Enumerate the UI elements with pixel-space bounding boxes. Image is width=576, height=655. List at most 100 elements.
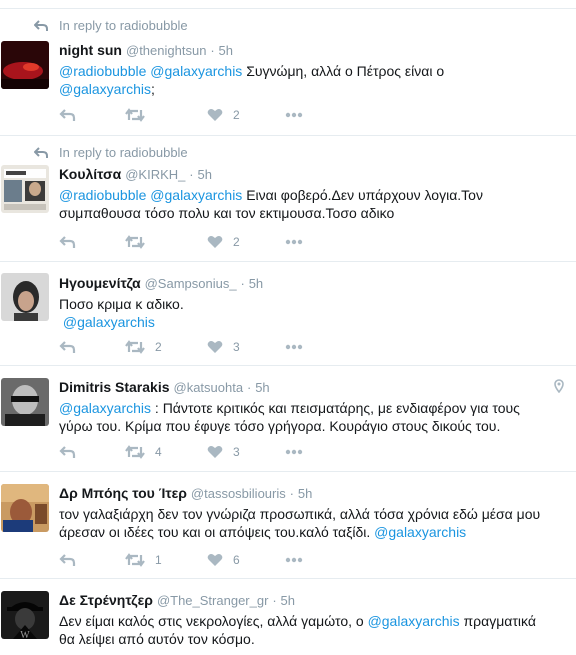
user-handle[interactable]: @The_Stranger_gr: [157, 593, 268, 608]
timestamp[interactable]: 5h: [198, 167, 212, 182]
tweet-header: Δρ Μπόης του Ίτερ @tassosbiliouris · 5h: [59, 484, 570, 503]
retweet-button[interactable]: [125, 235, 207, 249]
time-separator: ·: [246, 380, 252, 395]
reply-icon: [59, 341, 76, 353]
tweet-header: Ηγουμενίτζα @Sampsonius_ · 5h: [59, 274, 570, 293]
like-count: 3: [233, 445, 240, 459]
reply-icon: [59, 109, 76, 121]
tweet-header: night sun @thenightsun · 5h: [59, 41, 570, 60]
retweet-button[interactable]: 1: [125, 553, 207, 567]
more-button[interactable]: [285, 112, 303, 118]
text-body: πραγματικά: [463, 613, 536, 629]
user-handle[interactable]: @tassosbiliouris: [191, 486, 286, 501]
timestamp[interactable]: 5h: [298, 486, 312, 501]
tweet-actions: 2: [59, 107, 303, 123]
user-handle[interactable]: @katsuohta: [174, 380, 244, 395]
tweet[interactable]: In reply to radiobubble night sun @thenig…: [0, 9, 576, 136]
mention-link[interactable]: @galaxyarchis: [374, 524, 466, 540]
tweet[interactable]: Dimitris Starakis @katsuohta · 5h @galaxy…: [0, 366, 576, 472]
timestamp[interactable]: 5h: [219, 43, 233, 58]
more-button[interactable]: [285, 239, 303, 245]
text-body: : Πάντοτε κριτικός και πεισματάρης, με ε…: [154, 400, 520, 416]
retweet-count: 4: [155, 445, 162, 459]
tweet-text: Δεν είμαι καλός στις νεκρολογίες, αλλά γ…: [59, 612, 570, 648]
like-button[interactable]: 2: [207, 108, 285, 122]
mention-link[interactable]: @radiobubble: [59, 187, 146, 203]
display-name[interactable]: Κουλίτσα: [59, 166, 121, 182]
tweet[interactable]: W Δε Στρένητζερ @The_Stranger_gr · 5h Δεν…: [0, 579, 576, 655]
text-body: ;: [151, 81, 155, 97]
text-body: γύρω του. Κρίμα που έφυγε τόσο γρήγορα. …: [59, 418, 501, 434]
avatar[interactable]: [1, 165, 49, 213]
avatar[interactable]: [1, 484, 49, 532]
mention-link[interactable]: @galaxyarchis: [63, 314, 155, 330]
heart-icon: [207, 109, 223, 121]
text-body: θα λείψει από αυτόν τον κόσμο.: [59, 631, 255, 647]
display-name[interactable]: Ηγουμενίτζα: [59, 275, 141, 291]
display-name[interactable]: Dimitris Starakis: [59, 379, 170, 395]
mention-link[interactable]: @galaxyarchis: [59, 81, 151, 97]
timestamp[interactable]: 5h: [281, 593, 295, 608]
reply-to-user[interactable]: radiobubble: [120, 18, 188, 33]
mention-link[interactable]: @galaxyarchis: [368, 613, 460, 629]
display-name[interactable]: Δρ Μπόης του Ίτερ: [59, 485, 187, 501]
retweet-icon: [125, 340, 145, 354]
reply-button[interactable]: [59, 235, 125, 249]
display-name[interactable]: night sun: [59, 42, 122, 58]
more-button[interactable]: [285, 449, 303, 455]
reply-context: In reply to radiobubble: [34, 18, 188, 33]
retweet-button[interactable]: [125, 108, 207, 122]
mention-link[interactable]: @galaxyarchis: [150, 187, 242, 203]
heart-icon: [207, 446, 223, 458]
tweet[interactable]: In reply to radiobubble Κουλίτσα @KIRKH_ …: [0, 136, 576, 262]
reply-icon: [59, 554, 76, 566]
retweet-count: 2: [155, 340, 162, 354]
text-body: τον γαλαξιάρχη δεν τον γνώριζα προσωπικά…: [59, 506, 541, 522]
tweet-text: @radiobubble @galaxyarchis Ειναι φοβερό.…: [59, 186, 570, 222]
timestamp[interactable]: 5h: [255, 380, 269, 395]
avatar[interactable]: [1, 378, 49, 426]
reply-to-user[interactable]: radiobubble: [120, 145, 188, 160]
user-handle[interactable]: @KIRKH_: [125, 167, 185, 182]
tweet-text: Ποσο κριμα κ αδικο. @galaxyarchis: [59, 295, 570, 331]
retweet-button[interactable]: 4: [125, 445, 207, 459]
avatar[interactable]: [1, 273, 49, 321]
timestamp[interactable]: 5h: [249, 276, 263, 291]
mention-link[interactable]: @galaxyarchis: [150, 63, 242, 79]
more-button[interactable]: [285, 557, 303, 563]
more-icon: [285, 112, 303, 118]
avatar[interactable]: [1, 41, 49, 89]
more-button[interactable]: [285, 344, 303, 350]
tweet-actions: 2 3: [59, 339, 303, 355]
display-name[interactable]: Δε Στρένητζερ: [59, 592, 153, 608]
reply-button[interactable]: [59, 340, 125, 354]
text-body: Ποσο κριμα κ αδικο.: [59, 296, 184, 312]
tweet-text: τον γαλαξιάρχη δεν τον γνώριζα προσωπικά…: [59, 505, 570, 541]
reply-context: In reply to radiobubble: [34, 145, 188, 160]
time-separator: ·: [240, 276, 245, 291]
like-button[interactable]: 3: [207, 445, 285, 459]
mention-link[interactable]: @galaxyarchis: [59, 400, 151, 416]
text-body: Ειναι φοβερό.Δεν υπάρχουν λογια.Τον: [246, 187, 483, 203]
user-handle[interactable]: @thenightsun: [126, 43, 206, 58]
retweet-button[interactable]: 2: [125, 340, 207, 354]
more-icon: [285, 344, 303, 350]
mention-link[interactable]: @radiobubble: [59, 63, 146, 79]
tweet[interactable]: Ηγουμενίτζα @Sampsonius_ · 5h Ποσο κριμα …: [0, 262, 576, 366]
like-count: 3: [233, 340, 240, 354]
retweet-icon: [125, 235, 145, 249]
text-body: συμπαθουσα τόσο πολυ και τον εκτιμουσα.Τ…: [59, 205, 395, 221]
like-button[interactable]: 3: [207, 340, 285, 354]
reply-button[interactable]: [59, 445, 125, 459]
user-handle[interactable]: @Sampsonius_: [145, 276, 237, 291]
retweet-icon: [125, 108, 145, 122]
avatar[interactable]: W: [1, 591, 49, 639]
more-icon: [285, 449, 303, 455]
tweet[interactable]: Δρ Μπόης του Ίτερ @tassosbiliouris · 5h τ…: [0, 472, 576, 579]
like-button[interactable]: 2: [207, 235, 285, 249]
retweet-count: 1: [155, 553, 162, 567]
time-separator: ·: [210, 43, 215, 58]
reply-button[interactable]: [59, 108, 125, 122]
reply-button[interactable]: [59, 553, 125, 567]
like-button[interactable]: 6: [207, 553, 285, 567]
